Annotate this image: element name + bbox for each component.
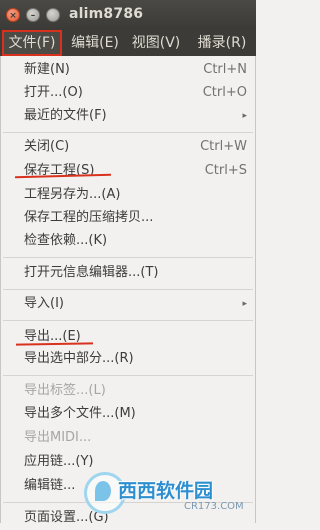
menu-item-export[interactable]: 导出...(E)	[1, 325, 255, 349]
menu-item-shortcut: Ctrl+O	[202, 85, 247, 100]
menu-item-save-project-as[interactable]: 工程另存为...(A)	[1, 183, 255, 207]
menu-item-label: 新建(N)	[24, 62, 70, 77]
menu-item-label: 打开...(O)	[24, 85, 83, 100]
menu-item-shortcut: Ctrl+S	[204, 163, 247, 178]
menu-item-label: 导出MIDI...	[24, 430, 92, 445]
menu-separator	[3, 320, 253, 321]
menu-transport[interactable]: 播录(R)	[194, 30, 250, 56]
menu-item-label: 导出选中部分...(R)	[24, 351, 134, 366]
menu-separator	[3, 257, 253, 258]
title-bar: × – alim8786	[0, 0, 256, 30]
menu-item-label: 检查依赖...(K)	[24, 233, 108, 248]
submenu-arrow-icon: ▸	[242, 299, 247, 309]
menu-separator	[3, 289, 253, 290]
menu-item-check-dependencies[interactable]: 检查依赖...(K)	[1, 229, 255, 253]
menu-item-shortcut: Ctrl+W	[200, 139, 247, 154]
menu-item-export-selection[interactable]: 导出选中部分...(R)	[1, 347, 255, 371]
menu-separator	[3, 375, 253, 376]
menu-bar: 文件(F) 编辑(E) 视图(V) 播录(R)	[0, 30, 256, 56]
menu-separator	[3, 132, 253, 133]
menu-item-open[interactable]: 打开...(O) Ctrl+O	[1, 81, 255, 105]
menu-item-recent-files[interactable]: 最近的文件(F) ▸	[1, 104, 255, 128]
close-window-button[interactable]: ×	[6, 8, 20, 22]
menu-item-save-project[interactable]: 保存工程(S) Ctrl+S	[1, 159, 255, 183]
menu-item-label: 保存工程(S)	[24, 163, 95, 178]
window-title: alim8786	[69, 6, 144, 22]
minimize-window-button[interactable]: –	[26, 8, 40, 22]
menu-item-label: 导出标签...(L)	[24, 383, 106, 398]
submenu-arrow-icon: ▸	[242, 111, 247, 121]
file-menu-dropdown: 新建(N) Ctrl+N 打开...(O) Ctrl+O 最近的文件(F) ▸ …	[0, 56, 256, 525]
menu-edit[interactable]: 编辑(E)	[69, 30, 121, 56]
menu-item-close[interactable]: 关闭(C) Ctrl+W	[1, 135, 255, 159]
menu-item-shortcut: Ctrl+N	[203, 62, 247, 77]
menu-item-label: 工程另存为...(A)	[24, 187, 121, 202]
menu-item-label: 应用链...(Y)	[24, 454, 94, 469]
watermark-subtext: CR173.COM	[184, 501, 244, 512]
watermark-text: 西西软件园	[118, 480, 214, 502]
menu-item-label: 保存工程的压缩拷贝...	[24, 210, 154, 225]
watermark: 西西软件园 CR173.COM	[84, 472, 252, 516]
menu-item-export-labels: 导出标签...(L)	[1, 379, 255, 403]
menu-item-import[interactable]: 导入(I) ▸	[1, 292, 255, 316]
menu-item-save-compressed-copy[interactable]: 保存工程的压缩拷贝...	[1, 206, 255, 230]
menu-item-label: 编辑链...	[24, 478, 76, 493]
menu-item-new[interactable]: 新建(N) Ctrl+N	[1, 58, 255, 82]
menu-item-label: 导入(I)	[24, 296, 64, 311]
menu-item-label: 最近的文件(F)	[24, 108, 107, 123]
minimize-icon: –	[30, 11, 36, 21]
menu-item-export-midi: 导出MIDI...	[1, 426, 255, 450]
close-icon: ×	[9, 11, 17, 21]
menu-item-label: 导出多个文件...(M)	[24, 406, 136, 421]
menu-item-export-multiple[interactable]: 导出多个文件...(M)	[1, 402, 255, 426]
menu-item-metadata-editor[interactable]: 打开元信息编辑器...(T)	[1, 261, 255, 285]
menu-item-apply-chain[interactable]: 应用链...(Y)	[1, 450, 255, 474]
menu-view[interactable]: 视图(V)	[128, 30, 184, 56]
menu-item-label: 打开元信息编辑器...(T)	[24, 265, 159, 280]
menu-file[interactable]: 文件(F)	[2, 30, 62, 56]
menu-item-label: 关闭(C)	[24, 139, 70, 154]
menu-item-label: 导出...(E)	[24, 329, 81, 344]
maximize-window-button[interactable]	[46, 8, 60, 22]
